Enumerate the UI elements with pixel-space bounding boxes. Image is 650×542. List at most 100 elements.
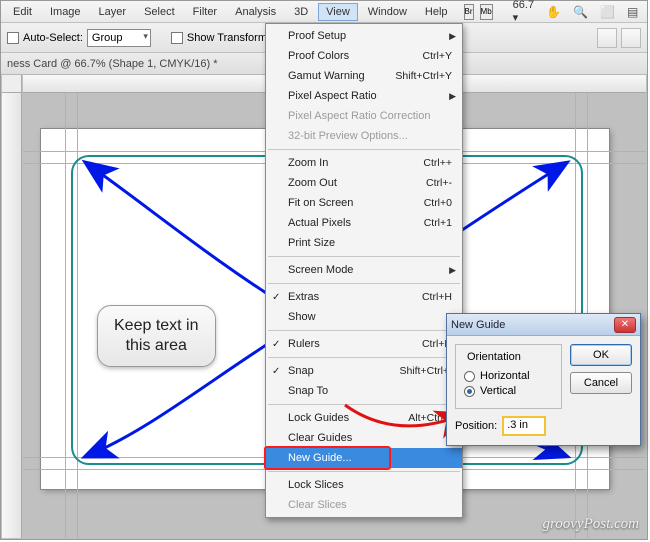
- menuitem-label: New Guide...: [288, 452, 352, 464]
- menubar: EditImageLayerSelectFilterAnalysis3DView…: [1, 1, 647, 23]
- menuitem-label: Extras: [288, 291, 319, 303]
- align-icon[interactable]: [597, 28, 617, 48]
- toolbar-icon[interactable]: ▤: [627, 3, 638, 21]
- position-input[interactable]: .3 in: [503, 417, 545, 435]
- menuitem-shortcut: Ctrl++: [423, 157, 452, 169]
- menuitem-clear-guides[interactable]: Clear Guides: [266, 428, 462, 448]
- new-guide-dialog: New Guide ✕ Orientation Horizontal Verti…: [446, 313, 641, 446]
- toolbar-icon[interactable]: ✋: [546, 3, 561, 21]
- menuitem-lock-guides[interactable]: Lock GuidesAlt+Ctrl+;: [266, 408, 462, 428]
- menuitem-proof-setup[interactable]: Proof Setup ▶: [266, 26, 462, 46]
- autoselect-value: Group: [92, 32, 123, 44]
- menuitem-shortcut: Shift+Ctrl+Y: [395, 70, 452, 82]
- menuitem-label: Pixel Aspect Ratio: [288, 90, 377, 102]
- app-frame: EditImageLayerSelectFilterAnalysis3DView…: [0, 0, 648, 540]
- menuitem-new-guide[interactable]: New Guide...: [266, 448, 462, 468]
- submenu-arrow-icon: ▶: [449, 91, 456, 102]
- menuitem-label: Gamut Warning: [288, 70, 365, 82]
- radio-label: Horizontal: [480, 370, 530, 382]
- menuitem-show[interactable]: Show▶: [266, 307, 462, 327]
- menu-edit[interactable]: Edit: [5, 3, 40, 21]
- ruler-origin[interactable]: [2, 75, 22, 93]
- menuitem-32-bit-preview-options: 32-bit Preview Options...: [266, 126, 462, 146]
- autoselect-label: Auto-Select:: [23, 32, 83, 44]
- menuitem-shortcut: Shift+Ctrl+;: [399, 365, 452, 377]
- menuitem-shortcut: Ctrl+0: [424, 197, 452, 209]
- close-icon[interactable]: ✕: [614, 317, 636, 333]
- menu-filter[interactable]: Filter: [185, 3, 225, 21]
- menu-help[interactable]: Help: [417, 3, 456, 21]
- menuitem-print-size[interactable]: Print Size: [266, 233, 462, 253]
- toolbar-icon[interactable]: ⬜: [600, 3, 615, 21]
- document-tab[interactable]: ness Card @ 66.7% (Shape 1, CMYK/16) *: [7, 58, 218, 70]
- callout-line: Keep text in: [114, 316, 199, 336]
- menuitem-pixel-aspect-ratio[interactable]: Pixel Aspect Ratio ▶: [266, 86, 462, 106]
- menuitem-label: Show: [288, 311, 316, 323]
- menuitem-proof-colors[interactable]: Proof Colors Ctrl+Y: [266, 46, 462, 66]
- menuitem-label: Zoom In: [288, 157, 328, 169]
- menu-3d[interactable]: 3D: [286, 3, 316, 21]
- menuitem-label: Fit on Screen: [288, 197, 353, 209]
- menuitem-label: Proof Colors: [288, 50, 349, 62]
- menuitem-actual-pixels[interactable]: Actual Pixels Ctrl+1: [266, 213, 462, 233]
- check-icon: ✓: [272, 366, 280, 377]
- watermark: groovyPost.com: [542, 516, 639, 533]
- menuitem-shortcut: Ctrl+1: [424, 217, 452, 229]
- menu-layer[interactable]: Layer: [91, 3, 135, 21]
- menuitem-lock-slices[interactable]: Lock Slices: [266, 475, 462, 495]
- menuitem-label: Snap To: [288, 385, 328, 397]
- menuitem-label: Snap: [288, 365, 314, 377]
- menuitem-shortcut: Ctrl+H: [422, 291, 452, 303]
- menuitem-snap-to[interactable]: Snap To▶: [266, 381, 462, 401]
- menu-analysis[interactable]: Analysis: [227, 3, 284, 21]
- app-bridge-icon[interactable]: Mb: [480, 4, 493, 20]
- check-icon: ✓: [272, 339, 280, 350]
- ruler-vertical[interactable]: [2, 93, 22, 538]
- radio-icon: [464, 386, 475, 397]
- menuitem-rulers[interactable]: ✓RulersCtrl+R: [266, 334, 462, 354]
- cancel-button[interactable]: Cancel: [570, 372, 632, 394]
- annotation-callout: Keep text in this area: [97, 305, 216, 367]
- menuitem-label: Zoom Out: [288, 177, 337, 189]
- menuitem-label: Clear Guides: [288, 432, 352, 444]
- view-menu-dropdown: Proof Setup ▶ Proof Colors Ctrl+Y Gamut Warn…: [265, 23, 463, 518]
- autoselect-dropdown[interactable]: Group: [87, 29, 151, 47]
- menuitem-label: Proof Setup: [288, 30, 346, 42]
- menuitem-shortcut: Ctrl+Y: [423, 50, 452, 62]
- menu-view[interactable]: View: [318, 3, 358, 21]
- menuitem-label: Actual Pixels: [288, 217, 351, 229]
- radio-horizontal[interactable]: Horizontal: [464, 370, 553, 382]
- menuitem-clear-slices: Clear Slices: [266, 495, 462, 515]
- guide-vertical[interactable]: [65, 93, 66, 538]
- radio-icon: [464, 371, 475, 382]
- autoselect-checkbox[interactable]: [7, 32, 19, 44]
- menuitem-shortcut: Ctrl+-: [426, 177, 452, 189]
- menuitem-label: Lock Guides: [288, 412, 349, 424]
- menuitem-zoom-in[interactable]: Zoom In Ctrl++: [266, 153, 462, 173]
- menuitem-fit-on-screen[interactable]: Fit on Screen Ctrl+0: [266, 193, 462, 213]
- menuitem-gamut-warning[interactable]: Gamut Warning Shift+Ctrl+Y: [266, 66, 462, 86]
- fieldset-legend: Orientation: [464, 351, 524, 363]
- showtransform-checkbox[interactable]: [171, 32, 183, 44]
- toolbar-icon[interactable]: 🔍: [573, 3, 588, 21]
- menuitem-label: Screen Mode: [288, 264, 353, 276]
- dialog-titlebar[interactable]: New Guide ✕: [447, 314, 640, 336]
- menu-select[interactable]: Select: [136, 3, 183, 21]
- callout-line: this area: [114, 336, 199, 356]
- radio-vertical[interactable]: Vertical: [464, 385, 553, 397]
- align-icon[interactable]: [621, 28, 641, 48]
- menu-window[interactable]: Window: [360, 3, 415, 21]
- ok-button[interactable]: OK: [570, 344, 632, 366]
- menuitem-pixel-aspect-ratio-correction: Pixel Aspect Ratio Correction: [266, 106, 462, 126]
- menuitem-extras[interactable]: ✓ExtrasCtrl+H: [266, 287, 462, 307]
- submenu-arrow-icon: ▶: [449, 31, 456, 42]
- menuitem-label: Pixel Aspect Ratio Correction: [288, 110, 430, 122]
- dialog-title: New Guide: [451, 319, 505, 331]
- menuitem-zoom-out[interactable]: Zoom Out Ctrl+-: [266, 173, 462, 193]
- app-bridge-icon[interactable]: Br: [464, 4, 474, 20]
- zoom-level[interactable]: 66.7 ▾: [513, 0, 534, 24]
- menuitem-screen-mode[interactable]: Screen Mode▶: [266, 260, 462, 280]
- menu-image[interactable]: Image: [42, 3, 89, 21]
- menuitem-snap[interactable]: ✓ Snap Shift+Ctrl+;: [266, 361, 462, 381]
- position-label: Position:: [455, 420, 497, 432]
